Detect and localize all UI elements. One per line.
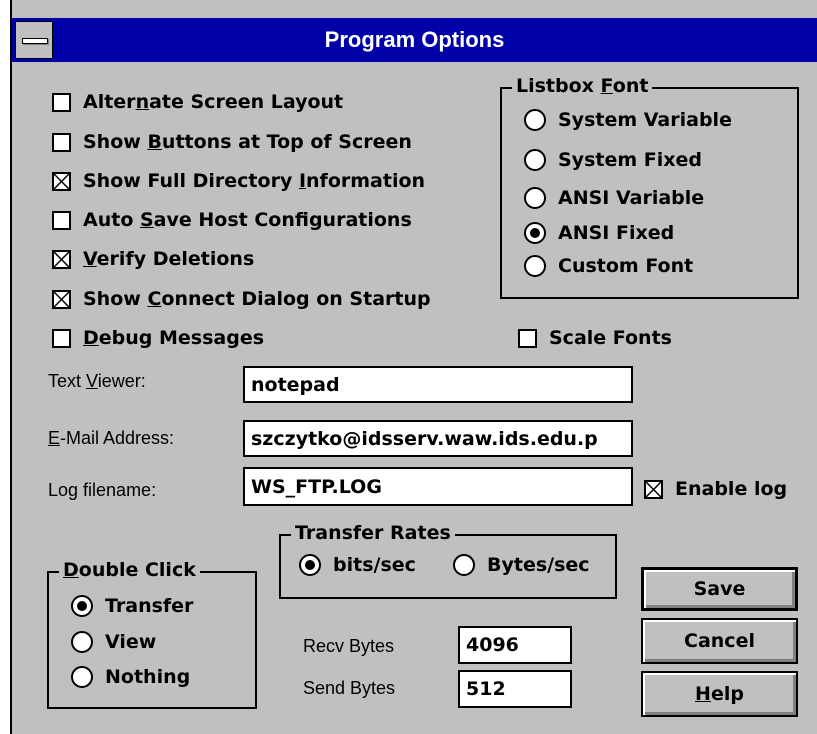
checkbox[interactable] [52,328,71,348]
listbox-font-legend: Listbox Font [512,75,653,97]
radio-custom-font[interactable]: Custom Font [524,255,693,277]
help-button-label: Help [695,683,744,705]
radio-bytes-sec[interactable]: Bytes/sec [453,554,590,576]
option-debug-messages[interactable]: Debug Messages [52,327,264,349]
radio-label: Custom Font [558,255,694,277]
title-bar: Program Options [12,18,817,62]
checkbox[interactable] [52,132,71,152]
enable-log-label: Enable log [675,478,788,500]
option-show-buttons-top[interactable]: Show Buttons at Top of Screen [52,131,412,153]
radio-nothing[interactable]: Nothing [71,666,190,688]
radio-button[interactable] [453,554,475,576]
scale-fonts-label: Scale Fonts [549,327,672,349]
option-label: Show Buttons at Top of Screen [83,131,412,153]
checkbox[interactable] [52,249,71,269]
checkbox[interactable] [52,171,71,191]
double-click-legend: Double Click [59,559,200,581]
radio-view[interactable]: View [71,631,156,653]
radio-label: bits/sec [333,554,416,576]
send-bytes-input[interactable]: 512 [458,670,572,708]
radio-transfer[interactable]: Transfer [71,595,193,617]
save-button[interactable]: Save [641,567,798,611]
radio-button[interactable] [524,222,546,244]
radio-label: ANSI Fixed [558,222,675,244]
transfer-rates-group: Transfer Rates bits/sec Bytes/sec [279,522,617,599]
radio-label: System Variable [558,109,732,131]
checkbox[interactable] [644,479,663,499]
radio-label: Transfer [105,595,194,617]
listbox-font-group: Listbox Font System Variable System Fixe… [500,75,799,299]
radio-label: System Fixed [558,149,702,171]
transfer-rates-legend: Transfer Rates [291,522,455,544]
radio-button[interactable] [524,149,546,171]
radio-button[interactable] [524,255,546,277]
checkbox[interactable] [52,92,71,112]
checkbox[interactable] [52,289,71,309]
option-auto-save-host[interactable]: Auto Save Host Configurations [52,209,412,231]
cancel-button[interactable]: Cancel [641,618,798,664]
log-filename-input[interactable]: WS_FTP.LOG [243,467,633,506]
window-title: Program Options [324,27,505,52]
send-bytes-label: Send Bytes [303,678,396,698]
radio-button[interactable] [71,666,93,688]
radio-selected-dot [305,560,315,570]
option-verify-deletions[interactable]: Verify Deletions [52,248,254,270]
option-label: Auto Save Host Configurations [83,209,412,231]
option-label: Show Connect Dialog on Startup [83,288,431,310]
radio-label: Bytes/sec [487,554,590,576]
radio-selected-dot [77,601,87,611]
option-label: Alternate Screen Layout [83,91,344,113]
program-options-window: Program Options Alternate Screen Layout … [10,0,817,734]
radio-system-fixed[interactable]: System Fixed [524,149,702,171]
radio-label: ANSI Variable [558,187,705,209]
option-show-connect-dialog[interactable]: Show Connect Dialog on Startup [52,288,431,310]
radio-button[interactable] [299,554,321,576]
checkbox[interactable] [52,210,71,230]
scale-fonts-checkbox-row[interactable]: Scale Fonts [518,327,672,349]
option-label: Show Full Directory Information [83,170,426,192]
radio-button[interactable] [71,631,93,653]
option-show-full-directory[interactable]: Show Full Directory Information [52,170,425,192]
text-viewer-label: Text Viewer: [48,371,146,391]
recv-bytes-label: Recv Bytes [303,636,395,656]
double-click-group: Double Click Transfer View Nothing [47,559,257,709]
radio-button[interactable] [524,109,546,131]
option-alternate-screen-layout[interactable]: Alternate Screen Layout [52,91,343,113]
email-address-input[interactable]: szczytko@idsserv.waw.ids.edu.p [243,420,633,457]
radio-bits-sec[interactable]: bits/sec [299,554,416,576]
radio-label: View [105,631,157,653]
radio-selected-dot [530,228,540,238]
recv-bytes-input[interactable]: 4096 [458,626,572,664]
radio-button[interactable] [524,187,546,209]
text-viewer-input[interactable]: notepad [243,366,633,403]
option-label: Verify Deletions [83,248,255,270]
checkbox[interactable] [518,328,537,348]
radio-label: Nothing [105,666,191,688]
radio-ansi-fixed[interactable]: ANSI Fixed [524,222,674,244]
radio-system-variable[interactable]: System Variable [524,109,732,131]
radio-button[interactable] [71,595,93,617]
help-button[interactable]: Help [641,671,798,717]
radio-ansi-variable[interactable]: ANSI Variable [524,187,704,209]
option-label: Debug Messages [83,327,265,349]
enable-log-checkbox-row[interactable]: Enable log [644,478,787,500]
email-address-label: E-Mail Address: [48,428,175,448]
log-filename-label: Log filename: [48,480,157,500]
